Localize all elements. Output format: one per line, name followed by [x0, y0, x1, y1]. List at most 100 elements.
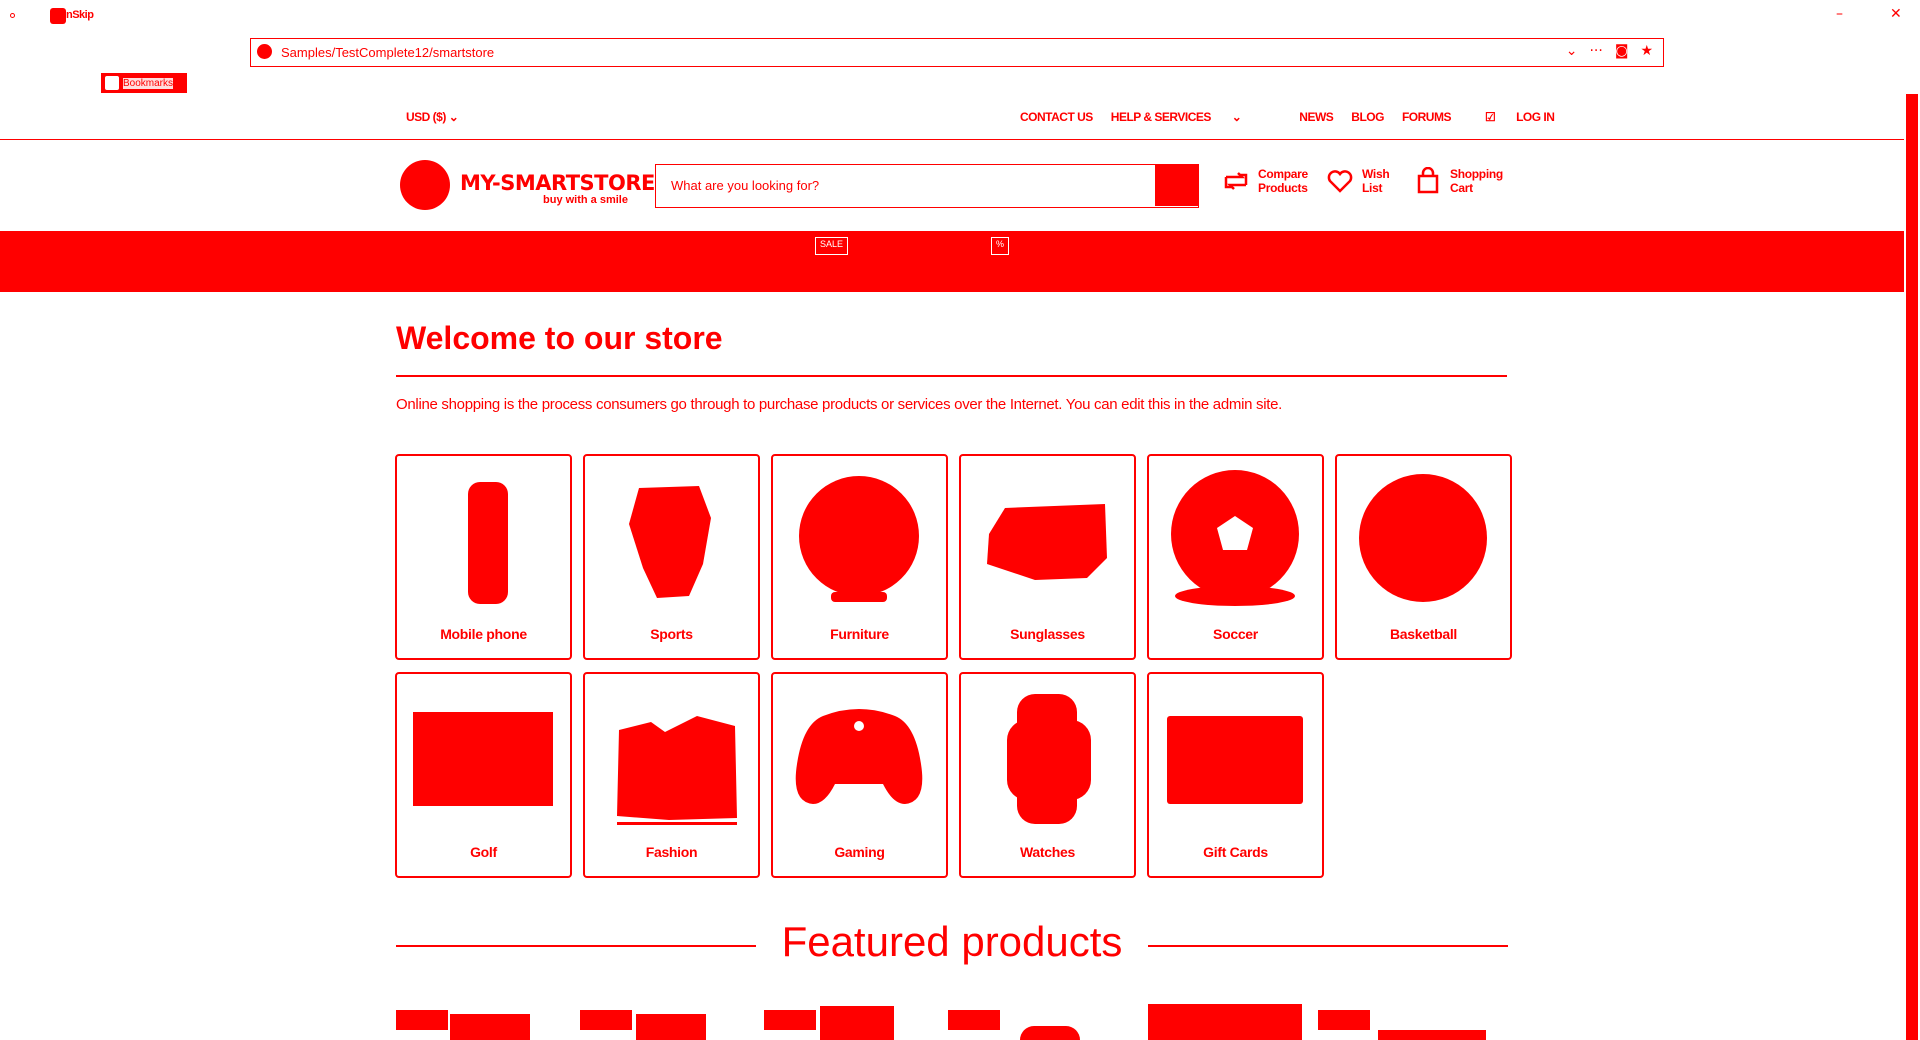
compare-products-button[interactable]: Compare Products — [1222, 167, 1318, 195]
blog-link[interactable]: BLOG — [1351, 110, 1384, 124]
contact-us-link[interactable]: CONTACT US — [1020, 110, 1093, 124]
gamepad-icon — [795, 709, 923, 804]
scrollbar-thumb[interactable] — [1906, 94, 1918, 1040]
featured-title: Featured products — [781, 918, 1123, 965]
golf-icon — [413, 712, 553, 806]
extension-button[interactable]: Bookmarks — [101, 73, 187, 93]
title-divider — [396, 375, 1507, 377]
forums-link[interactable]: FORUMS — [1402, 110, 1452, 124]
url-text[interactable]: Samples/TestComplete12/smartstore — [281, 45, 494, 60]
shopping-bag-icon — [1417, 167, 1439, 194]
product-badge — [580, 1010, 632, 1030]
url-dropdown-icon[interactable]: ⌄ — [1566, 43, 1578, 59]
gift-card-icon — [1167, 716, 1303, 804]
utility-links: CONTACT US HELP & SERVICES ⌄ NEWS BLOG F… — [1020, 110, 1590, 124]
chevron-down-icon: ⌄ — [1231, 110, 1242, 124]
category-furniture[interactable]: Furniture — [771, 454, 948, 660]
compare-label: Compare Products — [1258, 167, 1308, 195]
product-badge — [764, 1010, 816, 1030]
minimize-button[interactable]: – — [1836, 6, 1843, 22]
login-label: LOG IN — [1516, 110, 1555, 124]
currency-selector[interactable]: USD ($) ⌄ — [406, 110, 459, 124]
search-button[interactable] — [1155, 165, 1198, 206]
soccer-ball-icon — [1171, 470, 1299, 606]
product-badge — [948, 1010, 1000, 1030]
browser-tab-strip: nSkip – ✕ — [0, 0, 1920, 34]
address-bar[interactable]: Samples/TestComplete12/smartstore ⌄ ··· … — [250, 38, 1664, 67]
tab-title[interactable]: nSkip — [66, 9, 94, 21]
currency-label: USD ($) — [406, 110, 446, 124]
url-actions: ⌄ ··· ◙ ★ — [1566, 43, 1653, 59]
basketball-icon — [1359, 474, 1487, 602]
help-services-label: HELP & SERVICES — [1110, 110, 1212, 124]
category-name: Golf — [470, 844, 497, 860]
lock-icon: ☑ — [1484, 110, 1496, 124]
help-services-link[interactable]: HELP & SERVICES ⌄ — [1111, 110, 1260, 124]
app-menu-icon[interactable] — [10, 13, 15, 18]
product-image[interactable] — [636, 1014, 706, 1040]
category-sunglasses[interactable]: Sunglasses — [959, 454, 1136, 660]
phone-icon — [468, 482, 508, 604]
category-name: Mobile phone — [440, 626, 527, 642]
category-name: Sunglasses — [1010, 626, 1085, 642]
sunglasses-icon — [987, 504, 1107, 580]
wishlist-label: Wish List — [1362, 167, 1390, 195]
category-name: Soccer — [1213, 626, 1258, 642]
bookmark-star-icon[interactable]: ★ — [1640, 43, 1653, 59]
category-name: Sports — [650, 626, 693, 642]
page-actions-icon[interactable]: ··· — [1589, 43, 1602, 59]
category-fashion[interactable]: Fashion — [583, 672, 760, 878]
heart-icon — [1327, 170, 1353, 193]
category-name: Fashion — [645, 844, 698, 860]
welcome-text: Online shopping is the process consumers… — [396, 396, 1283, 413]
category-name: Furniture — [830, 626, 889, 642]
search-box — [655, 164, 1199, 208]
category-gaming[interactable]: Gaming — [771, 672, 948, 878]
lamp-icon — [799, 476, 919, 602]
logo-icon[interactable] — [400, 160, 450, 210]
search-input[interactable] — [656, 165, 1156, 206]
sports-icon — [629, 486, 711, 598]
category-golf[interactable]: Golf — [395, 672, 572, 878]
product-image[interactable] — [1378, 1030, 1486, 1040]
product-badge — [396, 1010, 448, 1030]
category-name: Gaming — [834, 844, 885, 860]
category-sports[interactable]: Sports — [583, 454, 760, 660]
utility-bar — [0, 104, 1904, 140]
pocket-icon[interactable]: ◙ — [1615, 43, 1629, 59]
category-name: Basketball — [1389, 626, 1458, 642]
category-name: Gift Cards — [1203, 844, 1268, 860]
product-image[interactable] — [450, 1014, 530, 1040]
sale-badge[interactable]: SALE — [815, 237, 849, 255]
tab-favicon-icon — [50, 8, 66, 24]
product-badge — [1318, 1010, 1370, 1030]
chevron-down-icon: ⌄ — [448, 110, 459, 124]
extension-label: Bookmarks — [123, 77, 174, 89]
login-link[interactable]: ☑ LOG IN — [1485, 110, 1572, 124]
logo-name[interactable]: MY-SMARTSTORE — [460, 171, 655, 195]
category-soccer[interactable]: Soccer — [1147, 454, 1324, 660]
news-link[interactable]: NEWS — [1299, 110, 1334, 124]
cart-label: Shopping Cart — [1450, 167, 1503, 195]
featured-divider-right — [1148, 945, 1508, 947]
category-gift-cards[interactable]: Gift Cards — [1147, 672, 1324, 878]
main-navigation[interactable] — [0, 231, 1904, 292]
shopping-cart-button[interactable]: Shopping Cart — [1414, 167, 1510, 195]
wishlist-button[interactable]: Wish List — [1326, 167, 1396, 195]
compare-icon — [1224, 172, 1248, 190]
product-image[interactable] — [1020, 1026, 1080, 1040]
category-basketball[interactable]: Basketball — [1335, 454, 1512, 660]
category-watches[interactable]: Watches — [959, 672, 1136, 878]
category-mobile-phone[interactable]: Mobile phone — [395, 454, 572, 660]
checkbox-icon — [105, 76, 119, 90]
page-title: Welcome to our store — [396, 320, 723, 356]
site-info-icon[interactable] — [257, 44, 272, 59]
product-image[interactable] — [1148, 1004, 1302, 1040]
category-name: Watches — [1020, 844, 1075, 860]
close-window-button[interactable]: ✕ — [1890, 6, 1902, 22]
fashion-icon — [617, 716, 737, 825]
discount-badge[interactable]: % — [991, 237, 1010, 255]
logo-tagline: buy with a smile — [543, 194, 628, 206]
product-image[interactable] — [820, 1006, 894, 1040]
watch-icon — [1007, 694, 1091, 824]
